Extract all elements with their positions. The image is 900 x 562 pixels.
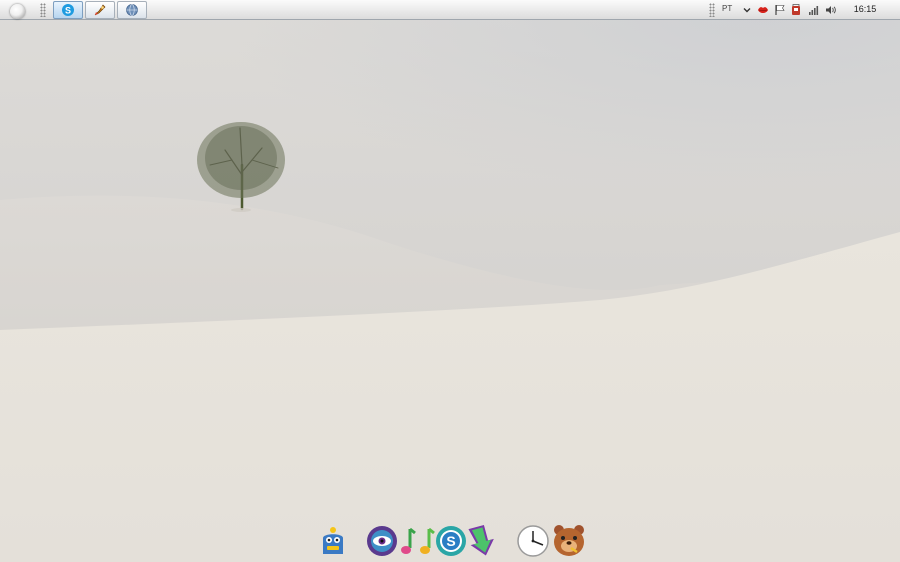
svg-text:S: S [446,533,455,549]
monster-icon[interactable] [318,524,348,558]
language-indicator[interactable]: PT [722,4,732,13]
eye-spiral-icon[interactable] [364,524,400,558]
task-button-launcher[interactable] [85,1,115,19]
network-signal-icon[interactable] [808,4,820,16]
skype-dock-icon[interactable]: S [434,524,468,558]
lips-icon[interactable] [757,4,769,16]
task-button-browser[interactable] [117,1,147,19]
rocket-launcher-icon [94,4,106,16]
browser-globe-icon [126,4,138,16]
bear-icon[interactable] [551,522,587,558]
skype-icon: S [62,4,74,16]
volume-icon[interactable] [825,4,837,16]
svg-text:S: S [65,6,71,16]
clock-time[interactable]: 16:15 [850,4,880,14]
clock-icon[interactable] [516,524,550,558]
wallpaper [0,0,900,562]
chevron-down-icon[interactable] [741,4,753,16]
start-orb-icon[interactable] [10,4,25,19]
desktop: S PT 16:15 S [0,0,900,562]
tray-grip-icon[interactable] [709,3,715,17]
task-button-skype[interactable]: S [53,1,83,19]
flag-icon[interactable] [774,4,786,16]
music-note-icon[interactable] [398,526,418,558]
taskbar-grip-icon[interactable] [40,3,46,17]
download-arrow-icon[interactable] [466,524,498,558]
security-icon[interactable] [790,4,802,16]
taskbar: S PT 16:15 [0,0,900,20]
